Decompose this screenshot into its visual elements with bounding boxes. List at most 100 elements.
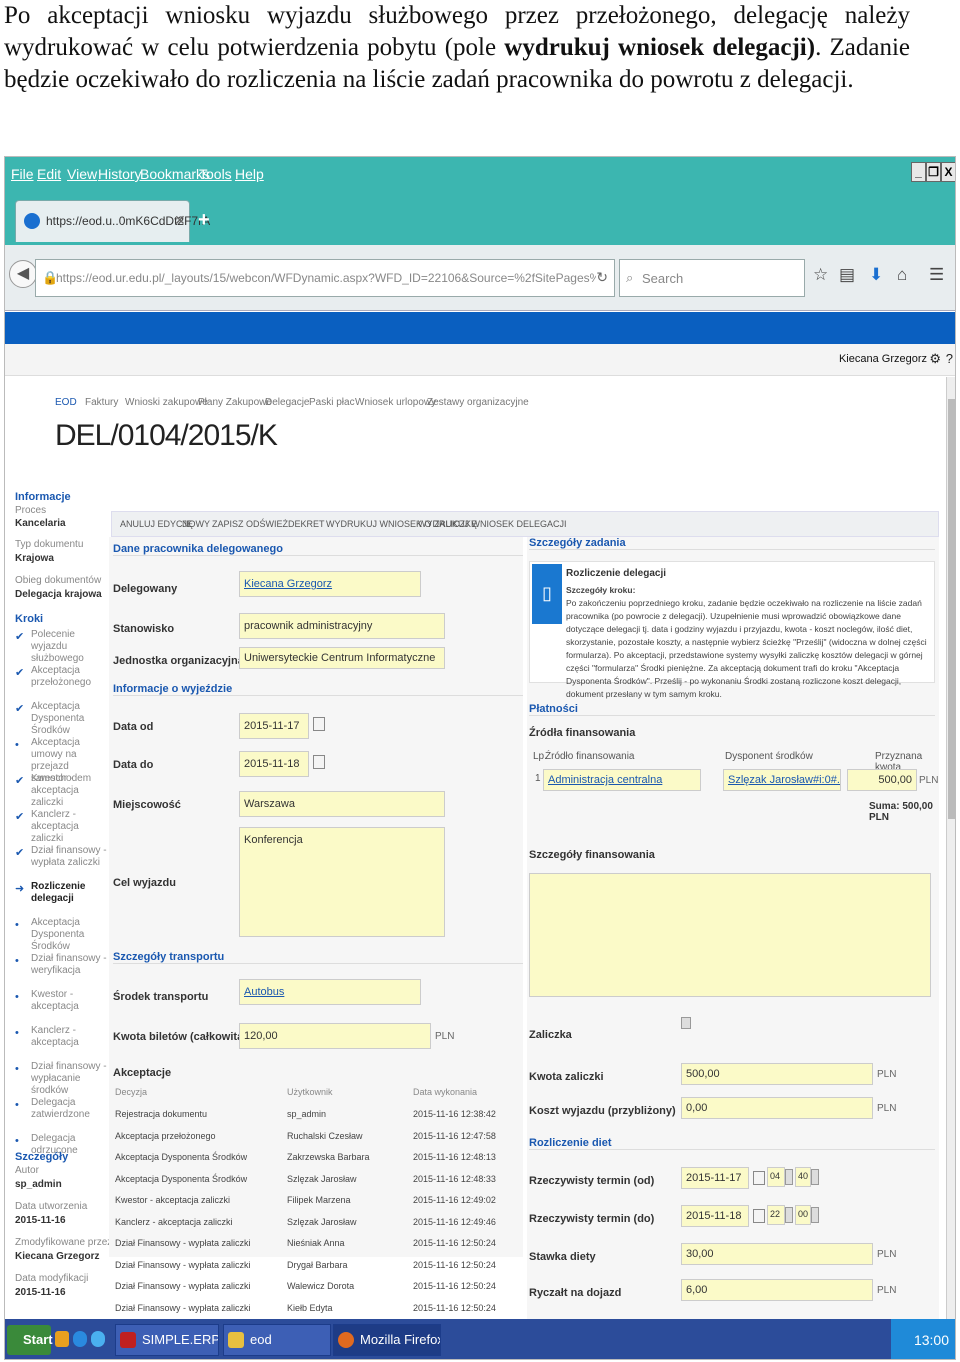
table-cell: 2015-11-16 12:48:13 [413,1152,496,1162]
quicklaunch-icon[interactable] [91,1331,105,1347]
financing-details-field[interactable] [529,873,931,997]
kwota-biletow-field[interactable]: 120,00 [239,1023,431,1049]
hour-dropdown-icon[interactable] [785,1207,793,1223]
help-icon[interactable]: ? [946,351,953,366]
quicklaunch-icon[interactable] [73,1331,87,1347]
stawka-field[interactable]: 30,00 [681,1243,873,1265]
data-od-field[interactable]: 2015-11-17 [239,713,309,739]
srodek-field[interactable]: Autobus [239,979,421,1005]
taskbar-simple-erp[interactable]: SIMPLE.ERP wers... [115,1324,219,1356]
step-label: Dział finansowy - wypłacanie środków [31,1061,107,1096]
breadcrumb-zestawy[interactable]: Zestawy organizacyjne [427,397,529,408]
breadcrumb-faktury[interactable]: Faktury [85,397,118,408]
zaliczka-checkbox[interactable] [681,1017,691,1029]
minute-dropdown-icon[interactable] [811,1169,819,1185]
menu-tools[interactable]: Tools [199,166,232,182]
print-delegation-button[interactable]: WYDRUKUJ WNIOSEK DELEGACJI [418,519,567,529]
jednostka-field[interactable]: Uniwersyteckie Centrum Informatyczne [239,647,445,669]
menu-help[interactable]: Help [235,166,264,182]
new-button[interactable]: NOWY [182,519,210,529]
table-cell: 2015-11-16 12:49:02 [413,1195,496,1205]
currency-unit: PLN [435,1031,455,1042]
termin-do-hour[interactable]: 22 [767,1205,785,1225]
browser-tab[interactable]: https://eod.u..0mK6CdDt2F7rA ✕ [15,200,210,242]
calendar-icon[interactable] [313,717,325,731]
termin-od-minute[interactable]: 40 [795,1167,811,1187]
kwota-zaliczki-field[interactable]: 500,00 [681,1063,873,1085]
breadcrumb-delegacje[interactable]: Delegacje [265,397,309,408]
minute-dropdown-icon[interactable] [811,1207,819,1223]
system-tray-clock: 13:00 [891,1319,955,1359]
data-do-field[interactable]: 2015-11-18 [239,751,309,777]
step-item: ✔ Dział finansowy - wypłata zaliczki [15,845,107,869]
calendar-icon[interactable] [753,1209,765,1223]
step-item: ✔ Akceptacja przełożonego [15,665,107,689]
menu-file[interactable]: File [11,166,34,182]
minimize-button[interactable]: _ [911,162,926,182]
reading-list-icon[interactable]: ▤ [839,265,855,285]
refresh-button[interactable]: ODŚWIEŻ [246,519,288,529]
new-tab-icon[interactable]: + [198,209,210,232]
termin-do-date[interactable]: 2015-11-18 [681,1205,749,1227]
menu-edit[interactable]: Edit [37,166,61,182]
table-row: Kanclerz - akceptacja zaliczki Szlęzak Ja… [115,1217,496,1229]
dysponent-field[interactable]: Szlęzak Jarosław#i:0#.f|ad|kiecana|#Oskr… [723,769,841,791]
breadcrumb-urlop[interactable]: Wniosek urlopowy [355,397,436,408]
start-button[interactable]: Start [7,1325,53,1355]
gear-icon[interactable]: ⚙ [929,351,941,367]
source-field[interactable]: Administracja centralna [543,769,701,791]
close-tab-icon[interactable]: ✕ [174,212,186,229]
checkmark-icon: ✔ [15,703,25,715]
breadcrumb-plany[interactable]: Plany Zakupowe [198,397,272,408]
cel-field[interactable]: Konferencja [239,827,445,937]
history-col-user: Użytkownik [287,1087,333,1097]
amount-field[interactable]: 500,00 [847,769,917,791]
url-bar[interactable]: 🔒 https://eod.ur.edu.pl/_layouts/15/webc… [35,259,615,297]
taskbar-eod[interactable]: eod [223,1324,331,1356]
ryczalt-currency: PLN [877,1285,897,1296]
back-button[interactable]: ◀ [9,260,37,288]
menu-history[interactable]: History [98,166,142,182]
scrollbar-thumb[interactable] [948,399,955,819]
download-icon[interactable]: ⬇ [869,265,883,285]
home-icon[interactable]: ⌂ [897,265,907,285]
table-cell: sp_admin [287,1109,327,1119]
termin-od-date[interactable]: 2015-11-17 [681,1167,749,1189]
calendar-icon[interactable] [753,1171,765,1185]
calendar-icon[interactable] [313,755,325,769]
maximize-button[interactable]: ❐ [926,162,941,182]
taskbar-firefox[interactable]: Mozilla Firefox [333,1324,441,1356]
user-menu[interactable]: Kiecana Grzegorz [839,353,927,365]
task-body-text: Po zakończeniu poprzedniego kroku, zadan… [566,598,927,699]
breadcrumb-eod[interactable]: EOD [55,397,77,408]
bookmark-star-icon[interactable]: ☆ [813,265,828,285]
hour-dropdown-icon[interactable] [785,1169,793,1185]
delegowany-field[interactable]: Kiecana Grzegorz [239,571,421,597]
search-bar[interactable]: ⌕ Search [619,259,805,297]
termin-do-minute[interactable]: 00 [795,1205,811,1225]
nav-proces-label: Proces [15,505,47,516]
cel-label: Cel wyjazdu [113,877,176,889]
termin-od-hour[interactable]: 04 [767,1167,785,1187]
breadcrumb-paski[interactable]: Paski płac [309,397,355,408]
decree-button[interactable]: DEKRET [288,519,325,529]
app-icon [120,1332,136,1348]
hamburger-menu-icon[interactable]: ☰ [929,265,944,285]
menu-view[interactable]: View [67,166,97,182]
reload-icon[interactable]: ↻ [596,269,608,286]
table-cell: Dział Finansowy - wypłata zaliczki [115,1259,251,1270]
history-header-row: Decyzja Użytkownik Data wykonania [115,1087,477,1099]
url-text: https://eod.ur.edu.pl/_layouts/15/webcon… [56,271,596,285]
taskbar-label: Mozilla Firefox [360,1332,441,1347]
breadcrumb-wnioski[interactable]: Wnioski zakupowe [125,397,208,408]
koszt-field[interactable]: 0,00 [681,1097,873,1119]
miejscowosc-field[interactable]: Warszawa [239,791,445,817]
ryczalt-field[interactable]: 6,00 [681,1279,873,1301]
stanowisko-field[interactable]: pracownik administracyjny [239,613,445,639]
save-button[interactable]: ZAPISZ [212,519,244,529]
quicklaunch-icon[interactable] [55,1331,69,1347]
screenshot: File Edit View History Bookmarks Tools H… [4,156,956,1360]
page-scrollbar[interactable] [946,377,955,1319]
table-cell: 2015-11-16 12:47:58 [413,1130,496,1141]
close-window-button[interactable]: X [941,162,955,182]
